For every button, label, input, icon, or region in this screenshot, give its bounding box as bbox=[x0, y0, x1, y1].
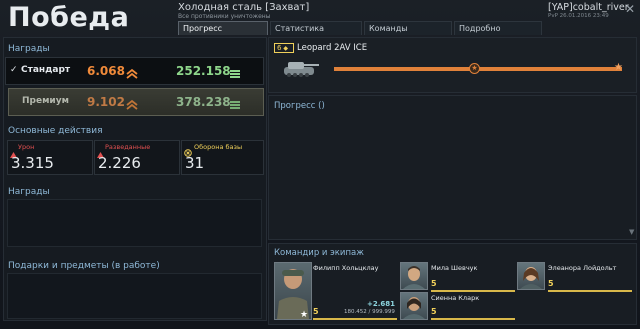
tier-diamond-icon: ◆ bbox=[281, 45, 288, 52]
crew-portrait[interactable] bbox=[400, 292, 428, 320]
close-icon[interactable]: ✕ bbox=[624, 3, 636, 15]
commander-xp-gain: +2.681 bbox=[367, 300, 396, 308]
progress-panel bbox=[268, 95, 637, 240]
result-title: Победа bbox=[8, 2, 130, 33]
awards-title: Награды bbox=[8, 187, 50, 197]
spotted-label: Разведанные bbox=[105, 143, 151, 151]
crew-member-level: 5 bbox=[431, 307, 437, 316]
standard-credits: 252.158 bbox=[176, 64, 231, 78]
tab-bar: Прогресс Статистика Команды Подробно bbox=[178, 21, 544, 35]
defense-value: 31 bbox=[185, 154, 205, 172]
battle-subtitle: Все противники уничтожены bbox=[178, 13, 271, 20]
premium-xp: 9.102 bbox=[87, 95, 125, 109]
commander-level: 5 bbox=[313, 307, 319, 316]
crew-member-xp-bar bbox=[548, 290, 632, 292]
battle-results-window: Победа Холодная сталь [Захват] Все проти… bbox=[0, 0, 640, 329]
xp-icon bbox=[126, 65, 138, 79]
gifts-title: Подарки и предметы (в работе) bbox=[8, 261, 160, 271]
vehicle-name: Leopard 2AV ICE bbox=[297, 43, 368, 53]
battle-name: Холодная сталь [Захват] bbox=[178, 2, 310, 13]
credits-icon bbox=[229, 65, 241, 78]
crew-member-name: Сиенна Кларк bbox=[431, 294, 480, 302]
module-star-icon[interactable]: ★ bbox=[469, 63, 480, 74]
battle-date: PvP 26.01.2016 23:49 bbox=[548, 13, 609, 19]
tank-icon bbox=[278, 57, 320, 79]
progress-title: Прогресс () bbox=[274, 101, 325, 111]
next-vehicle-star-icon[interactable]: ★ bbox=[614, 62, 623, 73]
gifts-area bbox=[7, 273, 262, 319]
main-actions-title: Основные действия bbox=[8, 126, 103, 136]
spotted-value: 2.226 bbox=[98, 154, 141, 172]
crew-title: Командир и экипаж bbox=[274, 248, 364, 258]
damage-label: Урон bbox=[18, 143, 35, 151]
check-icon: ✓ bbox=[10, 65, 18, 75]
crew-portrait[interactable] bbox=[517, 262, 545, 290]
damage-icon bbox=[10, 143, 17, 158]
commander-xp-total: 180.452 / 999.999 bbox=[344, 309, 395, 315]
awards-area bbox=[7, 199, 262, 247]
spotted-icon bbox=[97, 143, 104, 158]
rewards-title: Награды bbox=[8, 44, 50, 54]
commander-name: Филипп Хольцклау bbox=[313, 264, 379, 272]
credits-icon bbox=[229, 96, 241, 109]
crew-member-xp-bar bbox=[431, 290, 515, 292]
commander-xp-bar bbox=[313, 318, 397, 320]
crew-member-name: Элеанора Лойдольт bbox=[548, 264, 617, 272]
tab-details[interactable]: Подробно bbox=[454, 21, 542, 35]
standard-label: Стандарт bbox=[21, 65, 71, 75]
premium-label: Премиум bbox=[22, 96, 69, 106]
crew-member-name: Мила Шевчук bbox=[431, 264, 478, 272]
player-name: [YAP]cobalt_river bbox=[548, 2, 629, 13]
damage-value: 3.315 bbox=[11, 154, 54, 172]
crew-member-level: 5 bbox=[548, 279, 554, 288]
standard-xp: 6.068 bbox=[87, 64, 125, 78]
tab-progress[interactable]: Прогресс bbox=[178, 21, 268, 35]
xp-icon bbox=[126, 96, 138, 110]
crew-member-xp-bar bbox=[431, 318, 515, 320]
tier-badge: 6 ◆ bbox=[274, 43, 294, 53]
crew-member-level: 5 bbox=[431, 279, 437, 288]
premium-credits: 378.238 bbox=[176, 95, 231, 109]
crew-portrait[interactable] bbox=[400, 262, 428, 290]
commander-star-icon: ★ bbox=[300, 310, 309, 320]
tab-teams[interactable]: Команды bbox=[364, 21, 452, 35]
defense-icon bbox=[184, 142, 192, 157]
tab-statistics[interactable]: Статистика bbox=[270, 21, 362, 35]
defense-label: Оборона базы bbox=[194, 143, 243, 151]
scroll-down-icon[interactable]: ▼ bbox=[629, 228, 637, 238]
